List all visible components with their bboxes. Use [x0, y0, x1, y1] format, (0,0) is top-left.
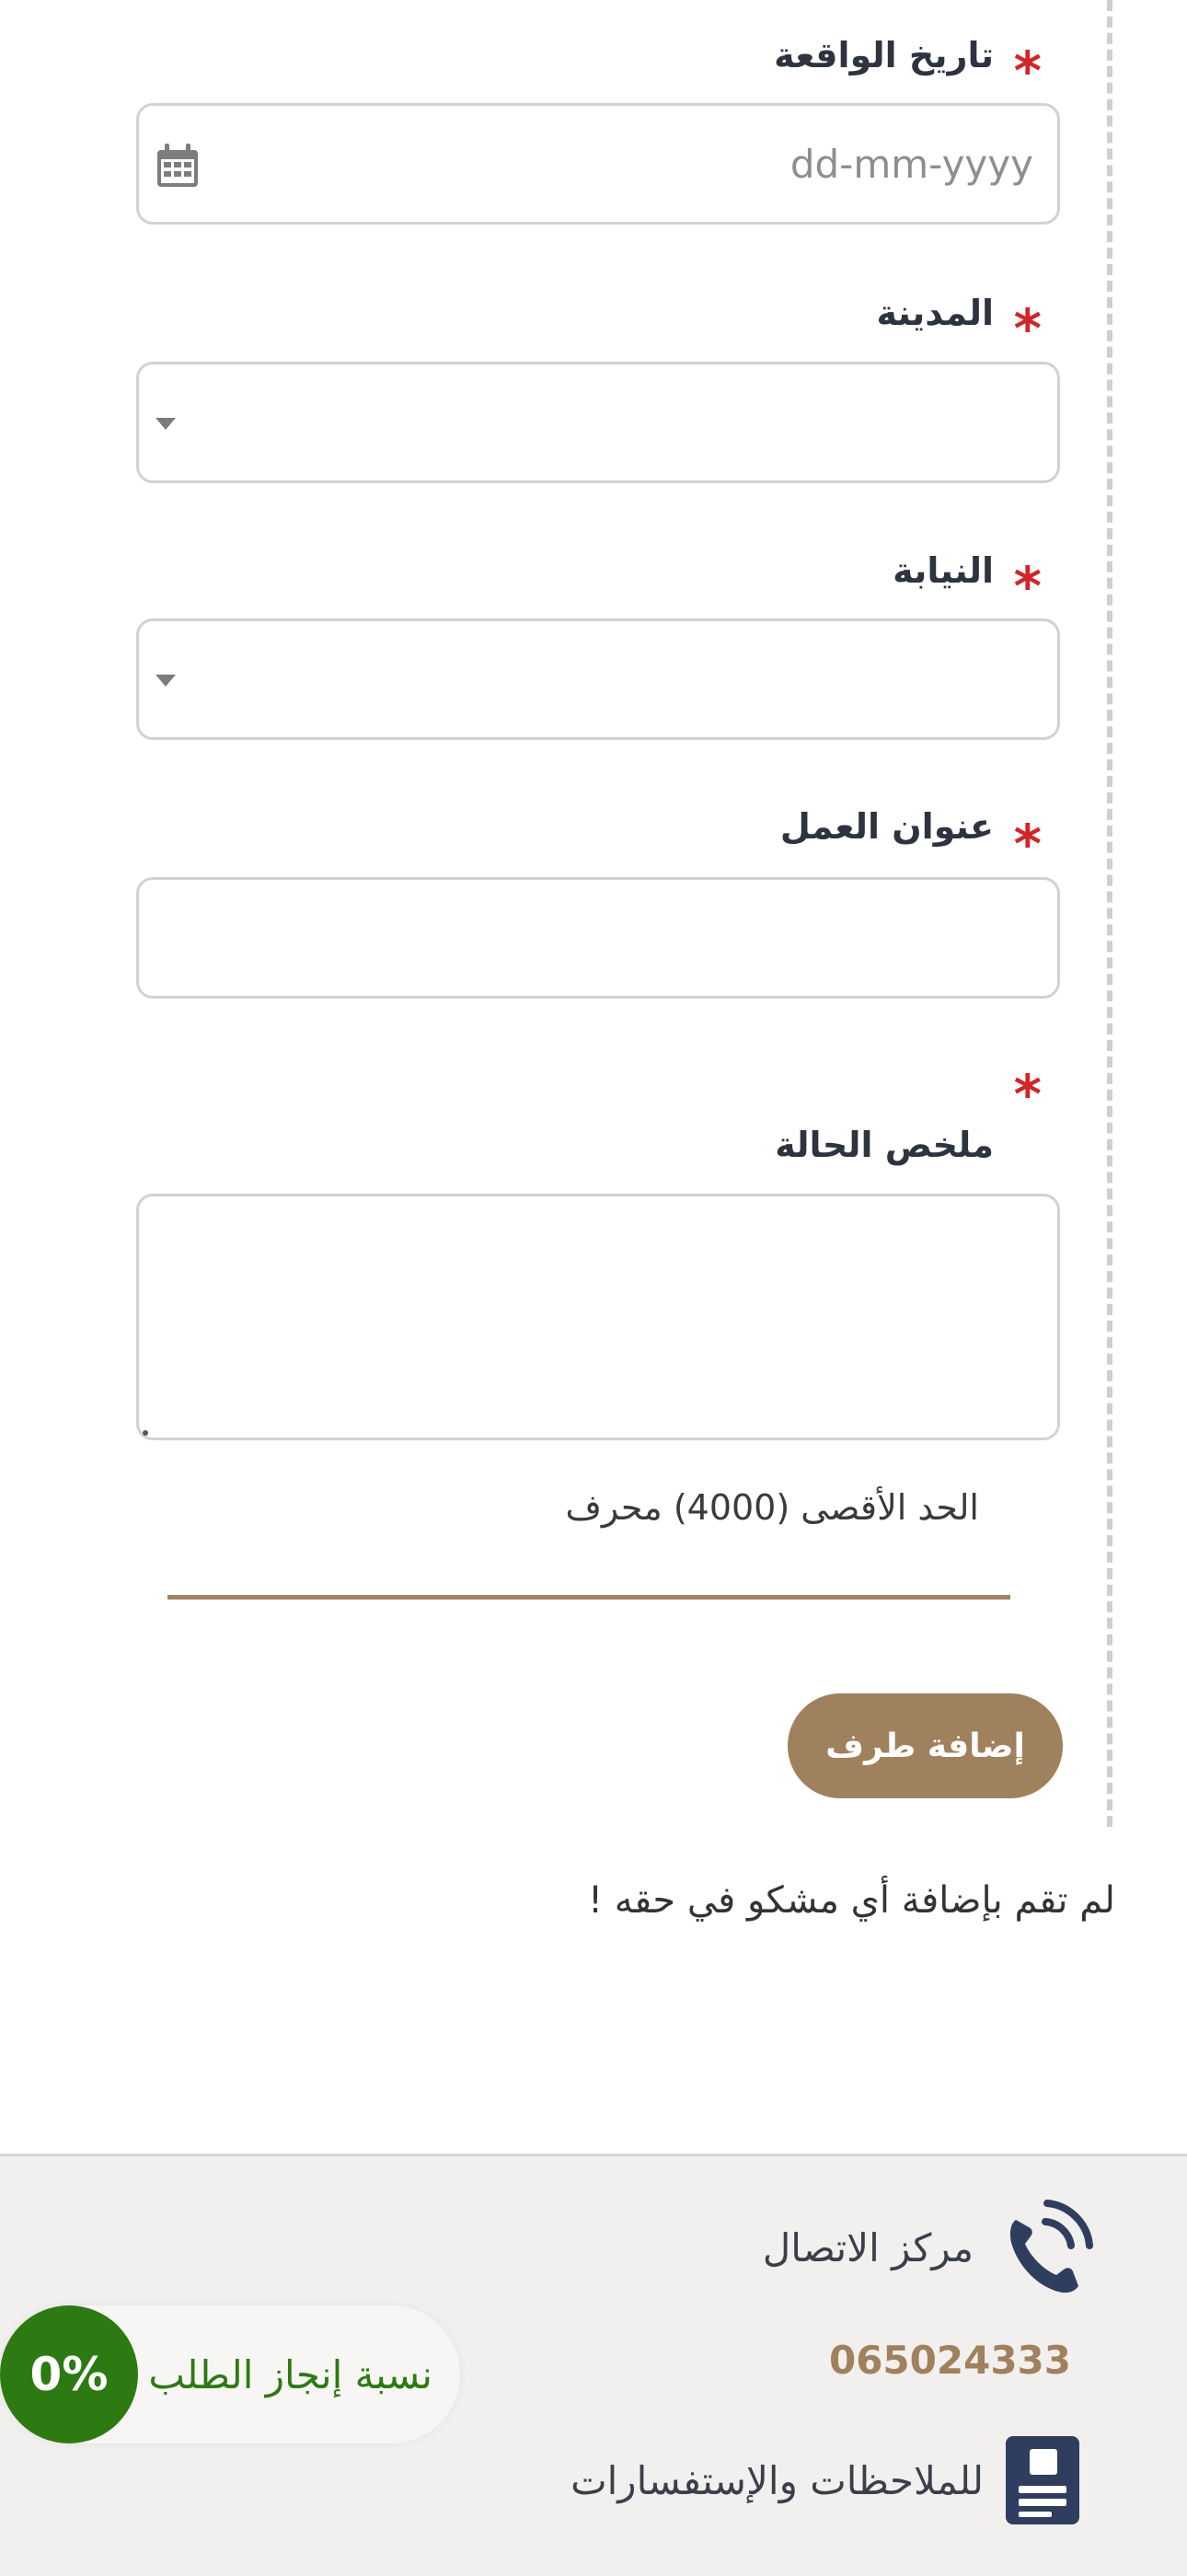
case-summary-label: ملخص الحالة	[775, 1125, 994, 1165]
work-address-label: عنوان العمل	[779, 806, 994, 847]
city-select[interactable]	[136, 362, 1060, 483]
calendar-icon[interactable]	[150, 139, 205, 194]
contact-center-row: مركز الاتصال	[763, 2192, 1095, 2303]
required-asterisk: *	[1013, 297, 1042, 360]
incident-date-label: تاريخ الواقعة	[774, 35, 994, 75]
incident-date-placeholder: dd-mm-yyyy	[789, 141, 1033, 187]
dashed-divider-line	[1107, 0, 1112, 1827]
required-asterisk: *	[1013, 1063, 1042, 1126]
document-icon	[1006, 2436, 1079, 2524]
contact-center-phone[interactable]: 065024333	[829, 2338, 1071, 2383]
case-summary-label-row: ملخص الحالة	[775, 1125, 994, 1165]
chevron-down-icon	[156, 675, 176, 687]
contact-center-label: مركز الاتصال	[762, 2224, 974, 2270]
prosecution-label-row: النيابة	[893, 550, 994, 591]
required-asterisk: *	[1013, 813, 1042, 875]
request-progress-widget[interactable]: نسبة إنجاز الطلب 0%	[0, 2305, 460, 2443]
work-address-label-row: عنوان العمل	[780, 806, 994, 847]
progress-value: 0%	[0, 2305, 138, 2443]
max-chars-note: الحد الأقصى (4000) محرف	[565, 1487, 980, 1528]
section-divider	[167, 1595, 1010, 1600]
required-asterisk: *	[1013, 40, 1042, 102]
incident-date-label-row: تاريخ الواقعة	[774, 35, 994, 75]
required-asterisk: *	[1013, 555, 1042, 618]
city-label-row: المدينة	[876, 293, 994, 333]
prosecution-label: النيابة	[893, 550, 994, 591]
resize-handle[interactable]	[143, 1430, 148, 1436]
add-party-button[interactable]: إضافة طرف	[788, 1693, 1063, 1798]
progress-label: نسبة إنجاز الطلب	[148, 2351, 432, 2397]
no-party-message: لم تقم بإضافة أي مشكو في حقه !	[587, 1879, 1115, 1922]
city-label: المدينة	[876, 293, 994, 333]
phone-icon	[1009, 2200, 1093, 2293]
feedback-row: للملاحظات والإستفسارات	[570, 2434, 1081, 2526]
chevron-down-icon	[156, 418, 176, 430]
case-summary-textarea[interactable]	[136, 1194, 1060, 1440]
work-address-input[interactable]	[136, 877, 1060, 999]
prosecution-select[interactable]	[136, 618, 1060, 740]
incident-date-field[interactable]: dd-mm-yyyy	[136, 103, 1060, 225]
feedback-label: للملاحظات والإستفسارات	[570, 2457, 984, 2503]
